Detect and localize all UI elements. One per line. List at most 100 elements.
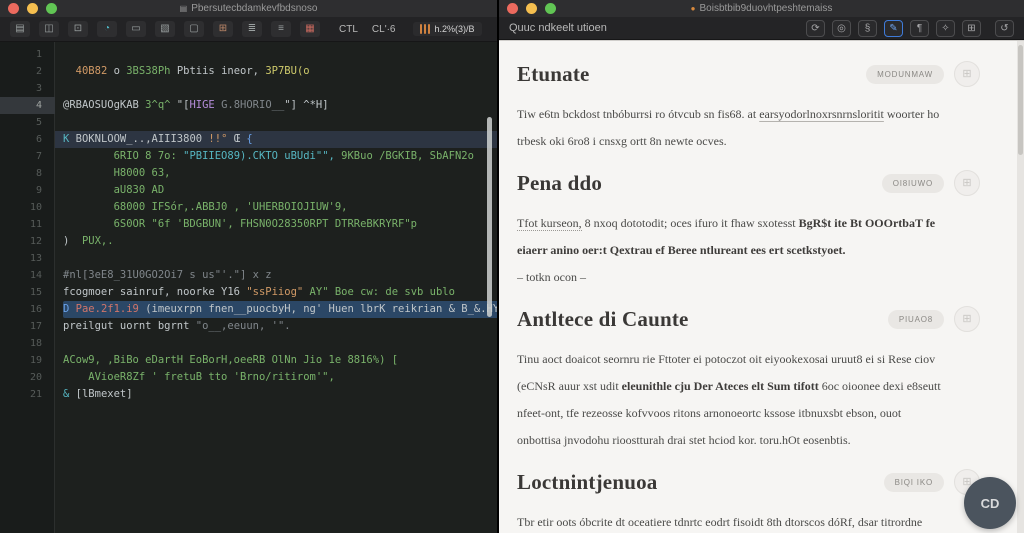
editor-toolbar-button-11[interactable]: ▦ <box>300 21 320 37</box>
text-segment: woorter ho <box>884 107 939 121</box>
editor-toolbar-button-8[interactable]: ⊞ <box>213 21 233 37</box>
section-body: Tiw e6tn bckdost tnbóburrsi ro ótvcub sn… <box>517 101 980 155</box>
editor-window-title: ▤ Pbersutecbdamkevfbdsnoso <box>0 3 497 14</box>
code-line[interactable]: preilgut uornt bgrnt "o__,eeuun, '". <box>55 318 497 335</box>
preview-toolbar-button-4[interactable]: ✎ <box>884 20 903 37</box>
text-segment: trbesk oki 6ro8 i cnsxg ortt 8n newte oc… <box>517 134 727 148</box>
inline-link[interactable]: Tfot kurseon, <box>517 216 582 231</box>
line-number: 13 <box>0 250 55 267</box>
code-line[interactable]: #nl[3eE8_31U0GO2Oi7 s us"'."] x z <box>55 267 497 284</box>
editor-toolbar-button-10[interactable]: ≡ <box>271 21 291 37</box>
text-segment: onbottisa jnvodohu rioostturah drai stet… <box>517 433 851 447</box>
section-body: Tbr etir oots óbcrite dt oceatiere tdnrt… <box>517 509 980 533</box>
traffic-lights <box>507 3 556 14</box>
preview-toolbar-button-5[interactable]: ¶ <box>910 20 929 37</box>
code-line[interactable]: ) PUX,. <box>55 233 497 250</box>
editor-toolbar-button-7[interactable]: ▢ <box>184 21 204 37</box>
editor-toolbar-text-button-2[interactable]: CL'·6 <box>370 24 398 35</box>
code-line[interactable]: @RBAOSUOgKAB 3^q^ "[HIGE G.8HORIO__"] ^*… <box>55 97 497 114</box>
editor-toolbar-button-1[interactable]: ▤ <box>10 21 30 37</box>
editor-toolbar-button-5[interactable]: ▭ <box>126 21 146 37</box>
code-token: preilgut uornt bgrnt <box>63 320 196 332</box>
code-line[interactable]: aU830 AD <box>55 182 497 199</box>
close-button[interactable] <box>507 3 518 14</box>
preview-toolbar-label: Quuc ndkeelt utioen <box>509 22 806 34</box>
code-line[interactable]: 68000 IFSór,.ABBJ0 , 'UHERBOIOJIUW'9, <box>55 199 497 216</box>
section-heading: Etunate <box>517 62 590 87</box>
preview-toolbar-button-6[interactable]: ✧ <box>936 20 955 37</box>
section-menu-button[interactable]: ⊞ <box>954 61 980 87</box>
chat-fab-button[interactable]: CD <box>964 477 1016 529</box>
section-tag-badge[interactable]: BIQI IKO <box>884 473 944 492</box>
section-header: LoctnintjenuoaBIQI IKO⊞ <box>517 469 980 495</box>
minimize-button[interactable] <box>27 3 38 14</box>
editor-toolbar-button-3[interactable]: ⊡ <box>68 21 88 37</box>
section-tag-badge[interactable]: OI8IUWO <box>882 174 944 193</box>
code-token: [lBmexet] <box>76 388 133 400</box>
paragraph-line: trbesk oki 6ro8 i cnsxg ortt 8n newte oc… <box>517 128 980 155</box>
editor-toolbar-button-2[interactable]: ◫ <box>39 21 59 37</box>
section-menu-button[interactable]: ⊞ <box>954 170 980 196</box>
code-line[interactable] <box>55 46 497 63</box>
section-tag-badge[interactable]: MODUNMAW <box>866 65 944 84</box>
line-number: 14 <box>0 267 55 284</box>
code-line[interactable]: D Pae.2f1.i9 (imeuxrpn fnen__puocbyH, ng… <box>55 301 497 318</box>
code-token: 3^q^ <box>139 99 177 111</box>
code-line[interactable]: H8000 63, <box>55 165 497 182</box>
document-sections: Etunate MODUNMAW ⊞ Tiw e6tn bckdost tnbóbur… <box>499 41 1024 533</box>
line-number: 10 <box>0 199 55 216</box>
inline-link[interactable]: earsyodorlnoxrsnrnsloritit <box>759 107 884 121</box>
preview-toolbar-button-2[interactable]: ◎ <box>832 20 851 37</box>
editor-toolbar-button-6[interactable]: ▧ <box>155 21 175 37</box>
code-line[interactable] <box>55 114 497 131</box>
code-line[interactable]: ACow9, ,BiBo eDartH EoBorH,oeeRB OlNn Ji… <box>55 352 497 369</box>
preview-toolbar-button-3[interactable]: § <box>858 20 877 37</box>
editor-titlebar: ▤ Pbersutecbdamkevfbdsnoso <box>0 0 497 17</box>
minimize-button[interactable] <box>526 3 537 14</box>
text-segment: (eCNsR auur xst udit <box>517 379 622 393</box>
line-number: 17 <box>0 318 55 335</box>
preview-toolbar-button-1[interactable]: ⟳ <box>806 20 825 37</box>
code-line[interactable]: 40B82 o 3BS38Ph Pbtiis ineor, 3P7BU(o <box>55 63 497 80</box>
line-number: 18 <box>0 335 55 352</box>
activity-monitor[interactable]: h.2%(3)/B <box>413 22 482 36</box>
code-row: 10 68000 IFSór,.ABBJ0 , 'UHERBOIOJIUW'9, <box>0 199 497 216</box>
line-number: 21 <box>0 386 55 403</box>
code-line[interactable] <box>55 335 497 352</box>
code-line[interactable] <box>55 250 497 267</box>
code-token: K <box>63 133 76 145</box>
document-scrollbar-track[interactable] <box>1017 41 1024 533</box>
line-number: 11 <box>0 216 55 233</box>
code-line[interactable]: AVioeR8Zf ' fretuB tto 'Brno/ritirom'", <box>55 369 497 386</box>
text-segment: BgR$t ite Bt OOOrtbaT fe <box>799 216 935 230</box>
code-line[interactable] <box>55 80 497 97</box>
code-line[interactable]: & [lBmexet] <box>55 386 497 403</box>
editor-toolbar-button-9[interactable]: ≣ <box>242 21 262 37</box>
zoom-button[interactable] <box>46 3 57 14</box>
code-token: "ssPiiog" <box>246 286 303 298</box>
preview-toolbar-button-7[interactable]: ⊞ <box>962 20 981 37</box>
code-editor[interactable]: 12 40B82 o 3BS38Ph Pbtiis ineor, 3P7BU(o… <box>0 42 497 533</box>
editor-scrollbar-thumb[interactable] <box>487 117 492 317</box>
paragraph-line: Tbr etir oots óbcrite dt oceatiere tdnrt… <box>517 509 980 533</box>
code-line[interactable]: 6RIO 8 7o: "PBIIEO89).CKTO uBUdi"", 9KBu… <box>55 148 497 165</box>
preview-toolbar-button-8[interactable]: ↺ <box>995 20 1014 37</box>
editor-toolbar-text-button-1[interactable]: CTL <box>337 24 360 35</box>
line-number: 4 <box>0 97 55 114</box>
code-line[interactable]: fcogmoer sainruf, noorke Y16 "ssPiiog" A… <box>55 284 497 301</box>
code-line[interactable]: K BOKNLOOW_..,AIII3800 !!° Œ { <box>55 131 497 148</box>
code-token: 40B82 <box>76 65 108 77</box>
section-tag-badge[interactable]: PIUAO8 <box>888 310 944 329</box>
code-token: & <box>63 388 76 400</box>
editor-toolbar-button-4[interactable]: ◔ <box>97 21 117 37</box>
document-scrollbar-thumb[interactable] <box>1018 45 1023 155</box>
zoom-button[interactable] <box>545 3 556 14</box>
section-menu-button[interactable]: ⊞ <box>954 306 980 332</box>
close-button[interactable] <box>8 3 19 14</box>
code-row: 14#nl[3eE8_31U0GO2Oi7 s us"'."] x z <box>0 267 497 284</box>
line-number: 9 <box>0 182 55 199</box>
code-row: 9 aU830 AD <box>0 182 497 199</box>
code-token: "PBIIEO89).CKTO uBUdi"", <box>183 150 335 162</box>
preview-titlebar: ● Boisbtbib9duovhtpeshtemaiss <box>499 0 1024 17</box>
code-line[interactable]: 6S0OR "6f 'BDGBUN', FHSN0O28350RPT DTRRe… <box>55 216 497 233</box>
